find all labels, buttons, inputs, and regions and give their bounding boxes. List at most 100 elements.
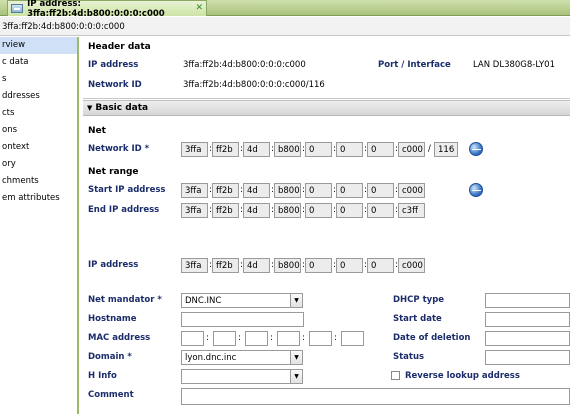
ip-octet-field[interactable]: c3ff	[398, 203, 425, 218]
ip-octet-field[interactable]: b800	[274, 183, 301, 198]
dhcp-type-label: DHCP type	[393, 295, 445, 305]
ip-octet-field[interactable]: 4d	[243, 258, 270, 273]
basic-data-title: Basic data	[95, 103, 149, 113]
basic-data-section-header[interactable]: ▼ Basic data	[83, 100, 570, 116]
sidebar-item-overview[interactable]: rview	[0, 37, 77, 54]
close-icon[interactable]: ✕	[195, 3, 203, 13]
ip-octet-field[interactable]: 0	[305, 203, 332, 218]
mac-separator: :	[270, 333, 273, 343]
net-mandator-select[interactable]: DNC.INC	[181, 293, 291, 308]
status-label: Status	[393, 352, 425, 362]
dhcp-type-input[interactable]	[485, 293, 570, 308]
comment-input[interactable]	[181, 388, 570, 405]
ip-octet-field[interactable]: 0	[305, 258, 332, 273]
comment-label: Comment	[88, 390, 134, 400]
ip-octet-field[interactable]: 0	[336, 203, 363, 218]
prefix-separator: /	[428, 144, 431, 154]
ip-octet-field[interactable]: 4d	[243, 142, 270, 157]
ip-octet-field[interactable]: 0	[367, 142, 394, 157]
sidebar-item-history[interactable]: ory	[0, 156, 77, 173]
ip-octet-field[interactable]: 3ffa	[181, 142, 208, 157]
net-title: Net	[88, 126, 106, 136]
net-range-title: Net range	[88, 167, 139, 177]
tab-bar: IP address: 3ffa:ff2b:4d:b800:0:0:0:c000…	[0, 0, 570, 19]
start-date-label: Start date	[393, 314, 442, 324]
mac-separator: :	[206, 333, 209, 343]
ip-address-field-label: IP address	[88, 260, 139, 270]
sidebar-item-s[interactable]: s	[0, 71, 77, 88]
ip-octet-field[interactable]: 0	[367, 183, 394, 198]
sidebar-item-options[interactable]: ons	[0, 122, 77, 139]
path-bar: 3ffa:ff2b:4d:b800:0:0:0:c000	[0, 17, 570, 36]
collapse-triangle-icon: ▼	[87, 104, 93, 112]
sidebar-item-contacts[interactable]: cts	[0, 105, 77, 122]
mac-octet-1[interactable]	[181, 331, 204, 346]
sidebar-item-attachments[interactable]: chments	[0, 173, 77, 190]
ip-octet-field[interactable]: b800	[274, 203, 301, 218]
ip-octet-field[interactable]: 4d	[243, 183, 270, 198]
ip-octet-field[interactable]: b800	[274, 258, 301, 273]
ip-octet-field[interactable]: 0	[336, 142, 363, 157]
ip-octet-field[interactable]: ff2b	[212, 258, 239, 273]
sidebar-item-addresses[interactable]: ddresses	[0, 88, 77, 105]
hostname-label: Hostname	[88, 314, 137, 324]
ip-octet-field[interactable]: 0	[367, 203, 394, 218]
ip-octet-field[interactable]: ff2b	[212, 142, 239, 157]
ip-octet-field[interactable]: ff2b	[212, 183, 239, 198]
ip-address-label: IP address	[88, 60, 139, 70]
ip-octet-field[interactable]: b800	[274, 142, 301, 157]
mac-address-label: MAC address	[88, 333, 151, 343]
ip-octet-field[interactable]: 3ffa	[181, 203, 208, 218]
end-ip-label: End IP address	[88, 205, 160, 215]
ip-address-value: 3ffa:ff2b:4d:b800:0:0:0:c000	[183, 60, 306, 70]
ip-octet-field[interactable]: 3ffa	[181, 258, 208, 273]
network-id-value: 3ffa:ff2b:4d:b800:0:0:0:c000/116	[183, 80, 325, 90]
date-of-deletion-label: Date of deletion	[393, 333, 471, 343]
mac-octet-2[interactable]	[213, 331, 236, 346]
chevron-down-icon[interactable]: ▼	[290, 369, 303, 384]
mac-separator: :	[238, 333, 241, 343]
port-interface-value: LAN DL380G8-LY01	[473, 60, 555, 70]
hostname-input[interactable]	[181, 312, 304, 327]
mac-octet-5[interactable]	[309, 331, 332, 346]
divider	[83, 98, 570, 99]
ip-octet-field[interactable]: c000	[398, 258, 425, 273]
status-input[interactable]	[485, 350, 570, 365]
net-mandator-label: Net mandator *	[88, 295, 162, 305]
chevron-down-icon[interactable]: ▼	[290, 293, 303, 308]
domain-select[interactable]: lyon.dnc.inc	[181, 350, 291, 365]
sidebar-item-basic-data[interactable]: c data	[0, 54, 77, 71]
h-info-label: H Info	[88, 371, 117, 381]
sidebar-item-context[interactable]: ontext	[0, 139, 77, 156]
ip-octet-field[interactable]: 0	[305, 183, 332, 198]
ip-octet-field[interactable]: c000	[398, 183, 425, 198]
ip-octet-field[interactable]: 0	[367, 258, 394, 273]
ip-octet-field[interactable]: ff2b	[212, 203, 239, 218]
mac-octet-4[interactable]	[277, 331, 300, 346]
ip-octet-field[interactable]: 3ffa	[181, 183, 208, 198]
mac-octet-6[interactable]	[341, 331, 364, 346]
sidebar: rview c data s ddresses cts ons ontext o…	[0, 37, 79, 414]
reverse-lookup-checkbox[interactable]	[391, 371, 400, 380]
ip-octet-field[interactable]: 0	[305, 142, 332, 157]
tab-ip-address[interactable]: IP address: 3ffa:ff2b:4d:b800:0:0:0:c000…	[7, 0, 207, 19]
tab-title: IP address: 3ffa:ff2b:4d:b800:0:0:0:c000	[27, 0, 165, 19]
sidebar-item-system-attributes[interactable]: em attributes	[0, 190, 77, 207]
start-date-input[interactable]	[485, 312, 570, 327]
h-info-select[interactable]	[181, 369, 291, 384]
mac-separator: :	[334, 333, 337, 343]
date-of-deletion-input[interactable]	[485, 331, 570, 346]
globe-icon[interactable]	[469, 142, 483, 156]
globe-icon[interactable]	[469, 183, 483, 197]
ip-octet-field[interactable]: c000	[398, 142, 425, 157]
main-panel: Header data IP address 3ffa:ff2b:4d:b800…	[83, 37, 570, 414]
chevron-down-icon[interactable]: ▼	[290, 350, 303, 365]
mac-octet-3[interactable]	[245, 331, 268, 346]
ip-octet-field[interactable]: 4d	[243, 203, 270, 218]
ip-octet-field[interactable]: 0	[336, 183, 363, 198]
ip-octet-field[interactable]: 0	[336, 258, 363, 273]
header-title: Header data	[88, 42, 151, 52]
network-id-field-label: Network ID *	[88, 144, 150, 154]
network-prefix-field[interactable]: 116	[434, 142, 458, 157]
domain-label: Domain *	[88, 352, 132, 362]
